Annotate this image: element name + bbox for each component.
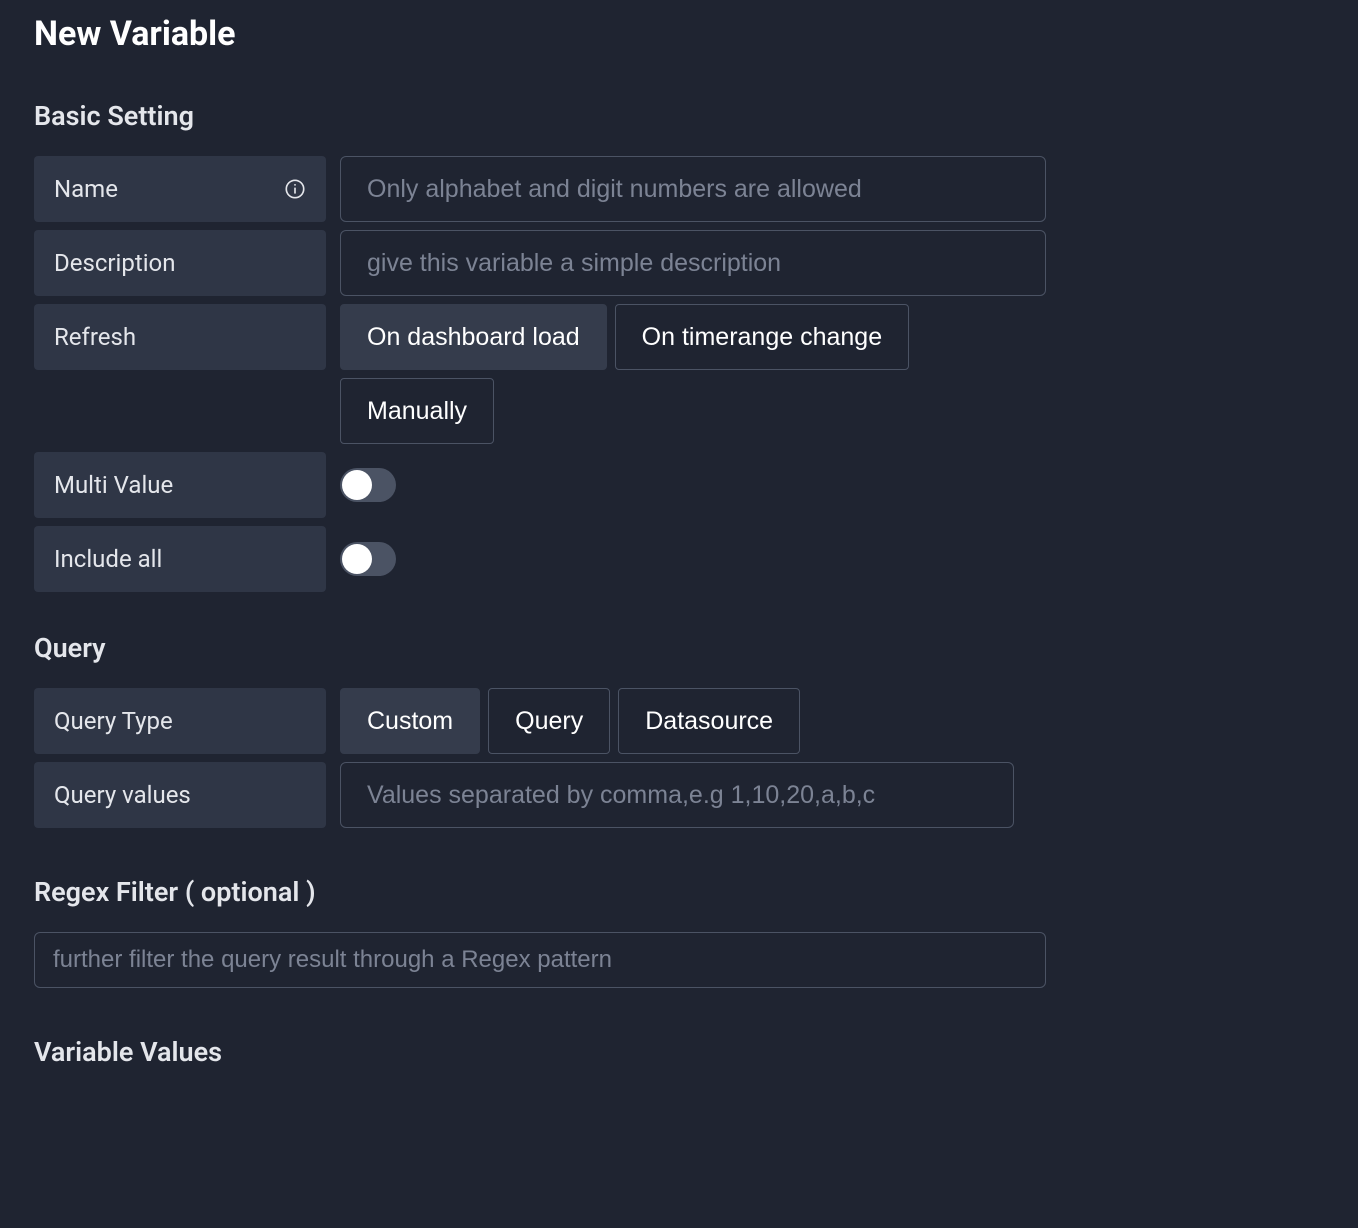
row-refresh: Refresh On dashboard load On timerange c… bbox=[34, 304, 1324, 444]
label-include-all: Include all bbox=[34, 526, 326, 592]
refresh-option-dashboard-load[interactable]: On dashboard load bbox=[340, 304, 607, 370]
query-type-query[interactable]: Query bbox=[488, 688, 610, 754]
query-type-custom[interactable]: Custom bbox=[340, 688, 480, 754]
page-title: New Variable bbox=[34, 0, 1324, 54]
row-multi-value: Multi Value bbox=[34, 452, 1324, 518]
refresh-options: On dashboard load On timerange change Ma… bbox=[340, 304, 1060, 444]
label-description-text: Description bbox=[54, 249, 176, 277]
multi-value-toggle[interactable] bbox=[340, 468, 396, 502]
row-description: Description bbox=[34, 230, 1324, 296]
query-type-datasource[interactable]: Datasource bbox=[618, 688, 800, 754]
row-query-values: Query values bbox=[34, 762, 1324, 828]
label-multi-value-text: Multi Value bbox=[54, 471, 173, 499]
label-name: Name bbox=[34, 156, 326, 222]
label-refresh: Refresh bbox=[34, 304, 326, 370]
name-input[interactable] bbox=[340, 156, 1046, 222]
label-query-values: Query values bbox=[34, 762, 326, 828]
label-query-type-text: Query Type bbox=[54, 707, 173, 735]
include-all-toggle[interactable] bbox=[340, 542, 396, 576]
label-name-text: Name bbox=[54, 175, 118, 203]
section-variable-values: Variable Values bbox=[34, 1036, 1324, 1068]
query-type-options: Custom Query Datasource bbox=[340, 688, 800, 754]
info-icon[interactable] bbox=[284, 178, 306, 200]
refresh-option-timerange-change[interactable]: On timerange change bbox=[615, 304, 909, 370]
label-query-type: Query Type bbox=[34, 688, 326, 754]
section-basic-setting: Basic Setting bbox=[34, 100, 1324, 132]
row-query-type: Query Type Custom Query Datasource bbox=[34, 688, 1324, 754]
refresh-option-manually[interactable]: Manually bbox=[340, 378, 494, 444]
description-input[interactable] bbox=[340, 230, 1046, 296]
section-query: Query bbox=[34, 632, 1324, 664]
label-refresh-text: Refresh bbox=[54, 323, 136, 351]
row-name: Name bbox=[34, 156, 1324, 222]
section-regex-filter: Regex Filter ( optional ) bbox=[34, 876, 1324, 908]
row-include-all: Include all bbox=[34, 526, 1324, 592]
regex-filter-input[interactable] bbox=[34, 932, 1046, 988]
label-query-values-text: Query values bbox=[54, 781, 191, 809]
label-description: Description bbox=[34, 230, 326, 296]
label-multi-value: Multi Value bbox=[34, 452, 326, 518]
label-include-all-text: Include all bbox=[54, 545, 162, 573]
query-values-input[interactable] bbox=[340, 762, 1014, 828]
